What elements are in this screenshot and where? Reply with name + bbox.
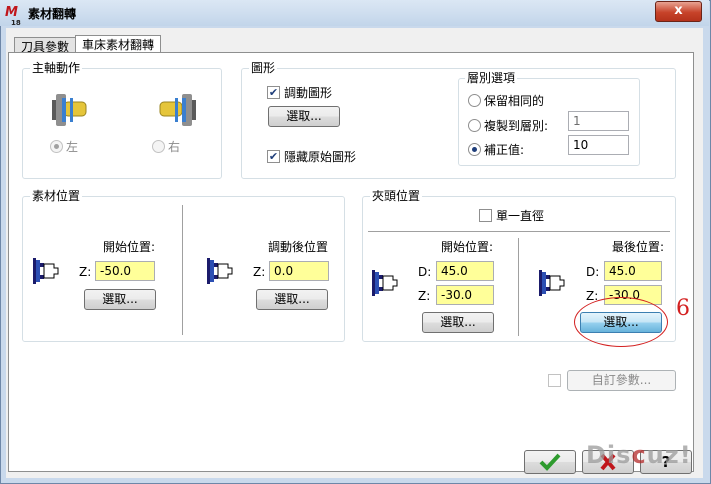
chuck-start-icon [372, 270, 398, 296]
stock-divider [182, 205, 183, 335]
tab-joint [76, 57, 160, 59]
window-title: 素材翻轉 [28, 7, 77, 21]
hide-original-checkbox[interactable]: ✔ [267, 150, 280, 163]
geometry-group-title: 圖形 [249, 61, 278, 75]
annotation-highlight-circle [574, 297, 668, 347]
stock-start-label: 開始位置: [103, 240, 156, 254]
copy-to-layer-radio[interactable] [468, 119, 481, 132]
stock-start-chuck-icon [33, 258, 59, 284]
stock-after-z-input[interactable]: 0.0 [269, 261, 329, 281]
stock-start-z-input[interactable]: -50.0 [95, 261, 155, 281]
checkmark-icon [539, 453, 561, 471]
copy-to-layer-label: 複製到層別: [484, 119, 549, 133]
spindle-left-radio[interactable] [50, 140, 63, 153]
chuck-start-select-button[interactable]: 選取... [422, 312, 494, 333]
chuck-divider [518, 238, 519, 336]
chuck-hsep [368, 231, 670, 232]
custom-params-checkbox[interactable] [548, 374, 561, 387]
spindle-right-icon [159, 94, 196, 126]
spindle-left-label: 左 [66, 140, 79, 154]
chuck-final-d-input[interactable]: 45.0 [604, 261, 662, 281]
offset-label: 補正值: [484, 143, 525, 157]
stock-start-select-button[interactable]: 選取... [84, 289, 156, 310]
single-diameter-label: 單一直徑 [496, 209, 545, 223]
offset-radio[interactable] [468, 143, 481, 156]
geometry-select-button[interactable]: 選取... [268, 106, 340, 127]
spindle-right-label: 右 [168, 140, 181, 154]
app-logo-icon: M 18 [5, 5, 21, 27]
move-geometry-checkbox[interactable]: ✔ [267, 86, 280, 99]
offset-input[interactable]: 10 [568, 135, 629, 155]
spindle-left-icon [52, 94, 87, 126]
annotation-step-number: 6 [676, 296, 690, 321]
stock-after-select-button[interactable]: 選取... [256, 289, 328, 310]
chuck-start-label: 開始位置: [441, 240, 494, 254]
title-bar[interactable]: M 18 素材翻轉 x [0, 0, 709, 27]
keep-same-label: 保留相同的 [484, 94, 545, 108]
ok-button[interactable] [524, 450, 576, 474]
stock-start-z-label: Z: [79, 265, 92, 279]
chuck-group-title: 夾頭位置 [370, 189, 423, 203]
chuck-start-d-label: D: [418, 265, 432, 279]
layer-group-title: 層別選項 [465, 71, 518, 85]
keep-same-radio[interactable] [468, 94, 481, 107]
chuck-start-z-label: Z: [418, 289, 431, 303]
close-button[interactable]: x [655, 1, 702, 22]
chuck-start-d-input[interactable]: 45.0 [436, 261, 494, 281]
chuck-start-z-input[interactable]: -30.0 [436, 285, 494, 305]
stock-after-chuck-icon [207, 258, 233, 284]
copy-to-layer-input[interactable]: 1 [568, 111, 629, 131]
spindle-right-radio[interactable] [152, 140, 165, 153]
single-diameter-checkbox[interactable] [479, 209, 492, 222]
spindle-group-title: 主軸動作 [30, 61, 83, 75]
stock-after-label: 調動後位置 [268, 240, 329, 254]
chuck-final-icon [539, 270, 565, 296]
chuck-final-d-label: D: [586, 265, 600, 279]
stock-after-z-label: Z: [253, 265, 266, 279]
watermark-logo: Discuz! [586, 441, 692, 469]
hide-original-label: 隱藏原始圖形 [284, 150, 357, 164]
stock-group-title: 素材位置 [30, 189, 83, 203]
chuck-final-label: 最後位置: [612, 240, 665, 254]
move-geometry-label: 調動圖形 [284, 86, 333, 100]
custom-params-button[interactable]: 自訂參數... [567, 370, 676, 391]
